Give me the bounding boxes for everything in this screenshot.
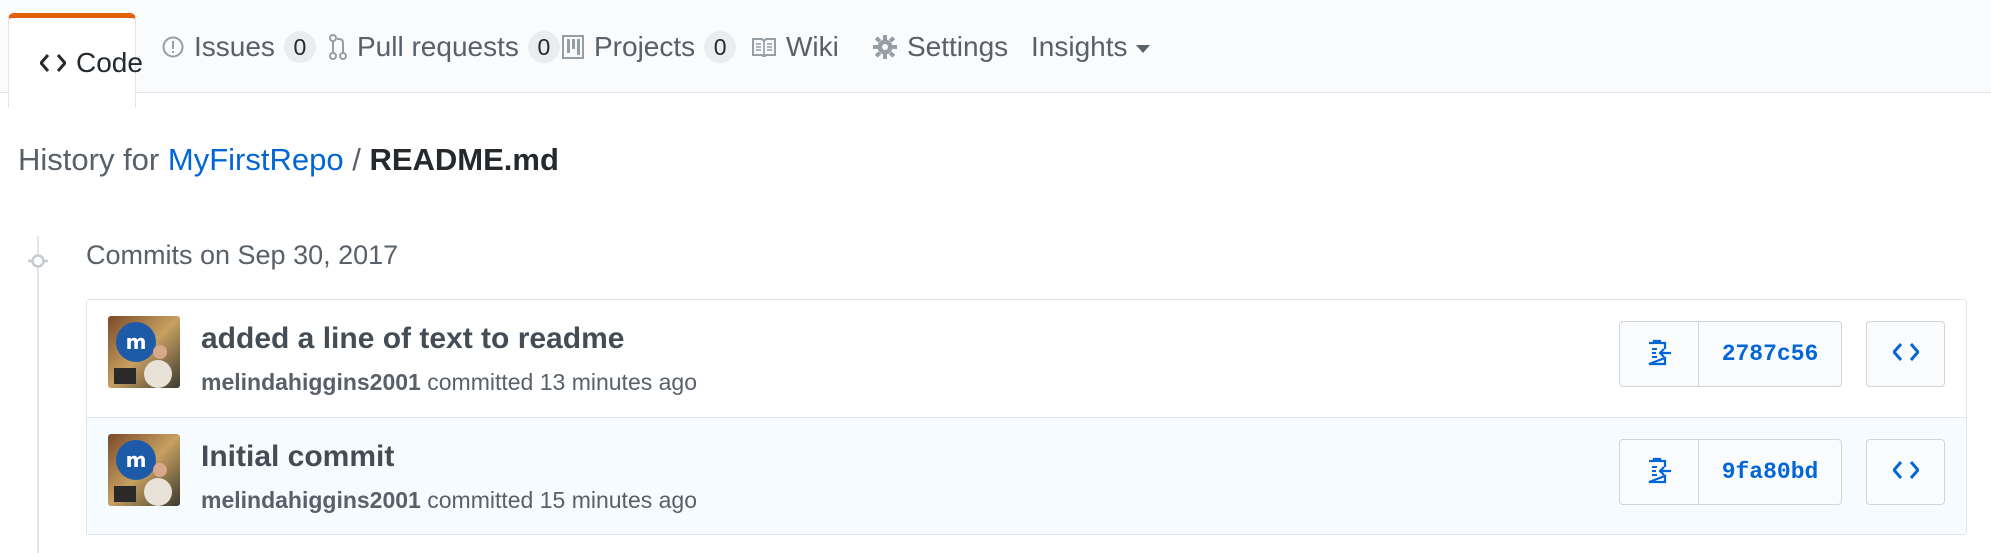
commit-meta: melindahiggins2001 committed 13 minutes … (201, 369, 697, 396)
page-title: History for MyFirstRepo / README.md (18, 142, 559, 178)
tab-pull-requests[interactable]: Pull requests 0 (329, 0, 560, 93)
projects-counter: 0 (704, 30, 737, 63)
history-prefix: History for (18, 142, 160, 177)
tab-settings-label: Settings (907, 30, 1009, 62)
pull-requests-counter: 0 (527, 30, 560, 63)
issues-counter: 0 (283, 30, 316, 63)
repo-link[interactable]: MyFirstRepo (168, 142, 344, 177)
tab-issues-label: Issues (194, 30, 275, 62)
commit-sha-link[interactable]: 9fa80bd (1699, 440, 1841, 504)
svg-text:m: m (126, 448, 147, 472)
clippy-icon (1646, 456, 1672, 489)
repo-nav: Code Issues 0 Pull requests 0 Projects 0… (0, 0, 1991, 107)
commit-time: 13 minutes ago (539, 369, 698, 395)
code-icon (40, 53, 66, 73)
tab-projects-label: Projects (594, 30, 696, 62)
browse-repo-button[interactable] (1866, 321, 1945, 387)
tab-wiki[interactable]: Wiki (752, 0, 839, 93)
timeline-line (37, 236, 39, 553)
commit-message-link[interactable]: added a line of text to readme (201, 322, 624, 356)
file-name: README.md (369, 142, 559, 177)
git-pull-request-icon (329, 33, 347, 60)
commit-row: m added a line of text to readme melinda… (87, 300, 1966, 417)
tab-issues[interactable]: Issues 0 (162, 0, 316, 93)
project-icon (562, 34, 584, 59)
commit-sha-group: 9fa80bd (1619, 439, 1842, 505)
issue-opened-icon (162, 36, 184, 58)
commit-action: committed (427, 487, 534, 513)
commits-date-heading: Commits on Sep 30, 2017 (86, 240, 399, 270)
svg-text:m: m (126, 330, 147, 354)
commit-author-link[interactable]: melindahiggins2001 (201, 369, 421, 395)
commit-sha-group: 2787c56 (1619, 321, 1842, 387)
caret-down-icon (1135, 44, 1150, 53)
book-icon (752, 37, 776, 57)
commit-time: 15 minutes ago (539, 487, 698, 513)
code-icon (1891, 460, 1920, 485)
copy-sha-button[interactable] (1620, 440, 1699, 504)
tab-wiki-label: Wiki (786, 30, 839, 62)
commit-action: committed (427, 369, 534, 395)
tab-pull-requests-label: Pull requests (357, 30, 519, 62)
tab-insights[interactable]: Insights (1031, 0, 1150, 93)
browse-repo-button[interactable] (1866, 439, 1945, 505)
commit-meta: melindahiggins2001 committed 15 minutes … (201, 487, 697, 514)
commit-row: m Initial commit melindahiggins2001 comm… (87, 417, 1966, 534)
tab-insights-label: Insights (1031, 30, 1128, 62)
avatar[interactable]: m (108, 316, 180, 388)
commit-list: m added a line of text to readme melinda… (86, 299, 1967, 535)
tab-projects[interactable]: Projects 0 (562, 0, 737, 93)
avatar[interactable]: m (108, 434, 180, 506)
commit-author-link[interactable]: melindahiggins2001 (201, 487, 421, 513)
tab-settings[interactable]: Settings (873, 0, 1008, 93)
path-separator: / (352, 142, 361, 177)
clippy-icon (1646, 338, 1672, 371)
commit-sha-link[interactable]: 2787c56 (1699, 322, 1841, 386)
commit-message-link[interactable]: Initial commit (201, 440, 394, 474)
copy-sha-button[interactable] (1620, 322, 1699, 386)
gear-icon (873, 34, 897, 59)
tab-code[interactable]: Code (8, 13, 143, 107)
git-commit-icon (28, 251, 48, 271)
tab-code-label: Code (76, 46, 143, 78)
code-icon (1891, 342, 1920, 367)
